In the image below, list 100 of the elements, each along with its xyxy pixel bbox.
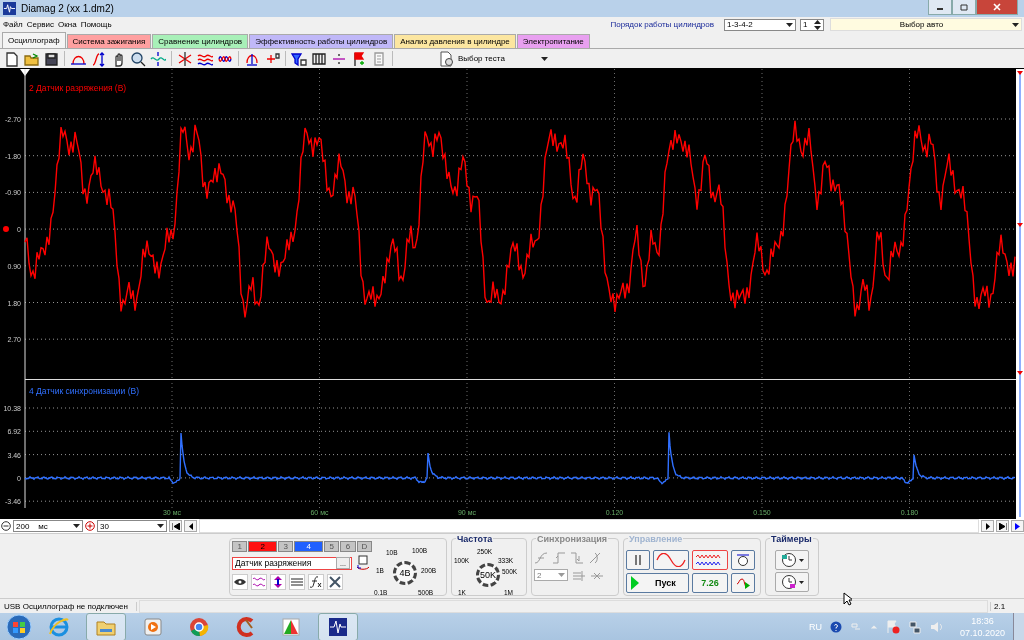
caret-icon (73, 524, 80, 528)
caret-icon (558, 573, 565, 577)
menu-item[interactable]: Помощь (80, 20, 112, 29)
document-gear-icon (438, 50, 454, 67)
cursor-measure-icon[interactable] (90, 50, 106, 67)
restore-icon (959, 3, 969, 11)
tab[interactable]: Электропитание (516, 34, 590, 48)
filter-icon[interactable] (291, 50, 307, 67)
previous-frame-button[interactable] (184, 520, 197, 532)
start-button[interactable]: Пуск (626, 573, 689, 593)
zero-marker-icon[interactable] (3, 226, 9, 232)
pause-button[interactable] (626, 550, 650, 570)
skip-back-icon (171, 522, 180, 530)
menu-item[interactable]: Окна (58, 20, 77, 29)
oscilloscope-app-icon[interactable] (318, 613, 358, 640)
car-select-dropdown[interactable]: Выбор авто (830, 18, 1022, 31)
flag-error-icon[interactable] (885, 620, 900, 634)
channel-button[interactable]: 6 (340, 541, 356, 552)
tab[interactable]: Эффективность работы цилиндров (249, 34, 394, 48)
group-title: Частота (456, 534, 494, 544)
channel-button[interactable]: 4 (294, 541, 323, 552)
tab[interactable]: Осциллограф (2, 32, 66, 48)
auto-play-button[interactable] (731, 573, 755, 593)
timer-start-button[interactable] (775, 550, 809, 570)
cylinder-order-label: Порядок работы цилиндров (610, 20, 714, 29)
window-title: Diamag 2 (xx 1.dm2) (21, 3, 114, 14)
channel-button[interactable]: 3 (278, 541, 294, 552)
sine-wave-icon (656, 553, 686, 567)
caret-icon (541, 56, 548, 61)
cylinder-spinner[interactable]: 1 (800, 18, 824, 31)
sine-wave-button[interactable] (653, 550, 689, 570)
zoom-out-icon[interactable] (1, 521, 11, 531)
play-icon (1015, 522, 1020, 530)
zoom-in-icon[interactable] (85, 521, 95, 531)
group-title: Управление (628, 534, 684, 544)
folder-icon[interactable] (86, 613, 126, 640)
mouse-cursor-icon (843, 592, 852, 606)
first-frame-button[interactable] (169, 520, 182, 532)
channel-title: 2 Датчик разряжения (В) (29, 83, 127, 93)
vertical-arrows-icon[interactable] (270, 574, 286, 590)
last-frame-button[interactable] (996, 520, 1009, 532)
clock-icon (780, 552, 804, 568)
wave-play-icon (736, 576, 750, 590)
menu-item[interactable]: Файл (3, 20, 23, 29)
grid-icon[interactable] (311, 50, 327, 67)
document-icon[interactable] (3, 50, 19, 67)
close-button[interactable] (976, 0, 1018, 15)
dial-icon (736, 553, 750, 567)
help-icon[interactable] (829, 621, 842, 633)
minimize-button[interactable] (928, 0, 952, 15)
caret-icon (157, 524, 164, 528)
spinner-arrows-icon (814, 19, 821, 30)
channel-button[interactable]: D (356, 541, 372, 552)
auto-scale-button[interactable] (731, 550, 755, 570)
caret-icon (1012, 22, 1019, 27)
wave-filter-icon[interactable] (251, 574, 267, 590)
channel-title: 4 Датчик синхронизации (В) (29, 386, 140, 396)
tools-icon[interactable] (327, 574, 343, 590)
function-icon[interactable] (308, 574, 324, 590)
frames-dropdown[interactable]: 30 (97, 520, 167, 532)
clock-icon (780, 574, 804, 590)
network-icon[interactable] (907, 620, 922, 634)
trigger-marker-icon[interactable] (20, 69, 30, 76)
channel-button[interactable]: 1 (232, 541, 248, 552)
zoom-icon[interactable] (130, 50, 146, 67)
save-icon[interactable] (43, 50, 59, 67)
right-triangle-icon (985, 522, 990, 530)
group-title: Синхронизация (536, 534, 609, 544)
frequency-knob[interactable]: 50K (476, 563, 500, 587)
next-frame-button[interactable] (981, 520, 994, 532)
play-icon (631, 576, 639, 590)
skip-forward-icon (998, 522, 1007, 530)
cross-wave-icon[interactable] (177, 50, 193, 67)
channel-button[interactable]: 5 (324, 541, 340, 552)
swap-channel-icon[interactable] (356, 555, 370, 571)
app-logo-icon (3, 2, 16, 15)
tab[interactable]: Анализ давления в цилиндре (394, 34, 516, 48)
tab[interactable]: Сравнение цилиндров (152, 34, 249, 48)
voltage-knob[interactable]: 4В (393, 561, 417, 585)
timebase-dropdown[interactable]: 200 мс (13, 520, 83, 532)
test-select-dropdown[interactable]: Выбор теста (438, 50, 548, 67)
flag-icon[interactable] (351, 50, 367, 67)
wave-arrows-icon[interactable] (150, 50, 166, 67)
left-triangle-icon (188, 522, 193, 530)
channel-button[interactable]: 2 (248, 541, 277, 552)
start-button[interactable] (6, 614, 32, 640)
status-message: USB Осциллограф не подключен (0, 601, 137, 611)
tab[interactable]: Система зажигания (66, 34, 152, 48)
menu-item[interactable]: Сервис (26, 20, 55, 29)
eye-icon[interactable] (232, 574, 248, 590)
timer-stop-button[interactable] (775, 572, 809, 592)
group-title: Таймеры (770, 534, 813, 544)
noise-wave-button[interactable] (692, 550, 728, 570)
reading-display: 7.26 (692, 573, 728, 593)
play-button[interactable] (1011, 520, 1024, 532)
cylinder-order-dropdown[interactable]: 1-3-4-2 (724, 18, 796, 31)
pause-icon (634, 554, 642, 566)
caret-icon (786, 22, 793, 27)
version-label: 2.1 (990, 601, 1024, 611)
close-icon (992, 3, 1002, 11)
